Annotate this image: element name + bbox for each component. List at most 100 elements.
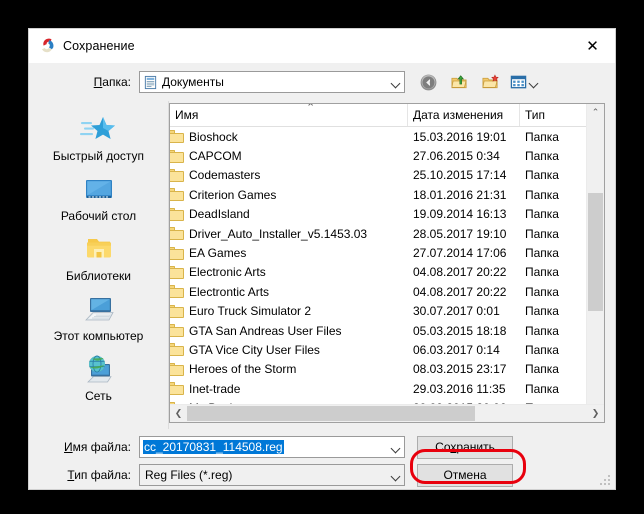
views-grid-icon[interactable] [510, 71, 538, 93]
folder-combobox-value: Документы [162, 75, 224, 89]
table-row[interactable]: GTA Vice City User Files 06.03.2017 0:14 П… [170, 340, 604, 359]
table-row[interactable]: Electrontic Arts 04.08.2017 20:22 Папка [170, 282, 604, 301]
filetype-value: Reg Files (*.reg) [145, 468, 233, 482]
ccleaner-icon [38, 37, 56, 55]
file-name-label: Criterion Games [189, 187, 277, 202]
sidebar-item-quick-access[interactable]: Быстрый доступ [33, 107, 165, 167]
cancel-button[interactable]: Отмена [417, 463, 513, 487]
horizontal-scroll-thumb[interactable] [187, 406, 475, 421]
resize-grip[interactable] [600, 475, 612, 487]
table-row[interactable]: DeadIsland 19.09.2014 16:13 Папка [170, 205, 604, 224]
scroll-left-icon[interactable]: ❮ [170, 405, 187, 422]
file-name-label: GTA Vice City User Files [189, 342, 320, 357]
column-header-date[interactable]: Дата изменения [408, 104, 520, 126]
folder-icon [170, 188, 184, 202]
table-row[interactable]: Electronic Arts 04.08.2017 20:22 Папка [170, 263, 604, 282]
libraries-folder-icon [79, 232, 119, 266]
file-type-cell: Папка [525, 265, 559, 280]
table-row[interactable]: GTA San Andreas User Files 05.03.2015 18:… [170, 321, 604, 340]
documents-folder-icon [143, 75, 158, 90]
file-name-label: Electrontic Arts [189, 284, 270, 299]
scroll-up-icon[interactable]: ⌃ [587, 104, 604, 121]
file-date-cell: 19.09.2014 16:13 [413, 207, 507, 222]
file-name-cell: Codemasters [170, 168, 408, 182]
column-header-name-label: Имя [175, 108, 199, 122]
table-row[interactable]: Bioshock 15.03.2016 19:01 Папка [170, 127, 604, 146]
nav-toolbar [417, 71, 538, 93]
table-row[interactable]: EA Games 27.07.2014 17:06 Папка [170, 243, 604, 262]
scroll-right-icon[interactable]: ❯ [587, 405, 604, 422]
chevron-down-icon[interactable] [387, 72, 404, 92]
table-row[interactable]: Heroes of the Storm 08.03.2015 23:17 Папка [170, 360, 604, 379]
file-name-label: Heroes of the Storm [189, 362, 297, 377]
folder-up-icon[interactable] [448, 71, 470, 93]
file-name-cell: GTA San Andreas User Files [170, 324, 408, 338]
file-name-cell: Bioshock [170, 130, 408, 144]
file-type-cell: Папка [525, 323, 559, 338]
file-date-cell: 15.03.2016 19:01 [413, 129, 507, 144]
filename-selected-text: cc_20170831_114508.reg [143, 440, 284, 454]
filetype-label: Тип файла: [67, 468, 131, 482]
filename-input[interactable]: cc_20170831_114508.reg [139, 436, 405, 458]
save-button-label: Сохранить [435, 440, 495, 454]
views-chevron-down-icon[interactable] [530, 80, 538, 85]
folder-icon [170, 227, 184, 241]
desktop-monitor-icon [79, 172, 119, 206]
filename-label: Имя файла: [64, 440, 131, 454]
sidebar-item-desktop[interactable]: Рабочий стол [33, 167, 165, 227]
sidebar-item-this-pc[interactable]: Этот компьютер [33, 287, 165, 347]
folder-icon [170, 382, 184, 396]
sidebar-item-network[interactable]: Сеть [33, 347, 165, 407]
table-row[interactable]: CAPCOM 27.06.2015 0:34 Папка [170, 146, 604, 165]
folder-icon [170, 265, 184, 279]
sort-ascending-icon: ⌃ [306, 103, 316, 114]
vertical-scroll-track[interactable] [587, 121, 604, 405]
filename-chevron-down-icon[interactable] [387, 437, 404, 457]
folder-icon [170, 304, 184, 318]
file-name-label: EA Games [189, 246, 247, 261]
file-date-cell: 27.07.2014 17:06 [413, 246, 507, 261]
save-button[interactable]: Сохранить [417, 435, 513, 459]
folder-icon [170, 285, 184, 299]
table-row[interactable]: Driver_Auto_Installer_v5.1453.03 28.05.20… [170, 224, 604, 243]
table-row[interactable]: Codemasters 25.10.2015 17:14 Папка [170, 166, 604, 185]
folder-icon [170, 362, 184, 376]
sidebar-item-label: Библиотеки [65, 269, 131, 283]
file-name-cell: Criterion Games [170, 188, 408, 202]
file-name-label: Inet-trade [189, 381, 241, 396]
network-globe-icon [79, 352, 119, 386]
file-name-cell: Euro Truck Simulator 2 [170, 304, 408, 318]
vertical-scroll-thumb[interactable] [588, 193, 603, 311]
filetype-combobox[interactable]: Reg Files (*.reg) [139, 464, 405, 486]
filetype-chevron-down-icon[interactable] [387, 465, 404, 485]
save-dialog: Сохранение ✕ Папка: Документы Быстрый до… [28, 28, 616, 490]
file-name-label: CAPCOM [189, 149, 242, 164]
file-list-horizontal-scrollbar[interactable]: ❮ ❯ [170, 404, 604, 422]
table-row[interactable]: Euro Truck Simulator 2 30.07.2017 0:01 Пап… [170, 302, 604, 321]
close-icon[interactable]: ✕ [570, 29, 615, 63]
new-folder-icon[interactable] [479, 71, 501, 93]
file-list-vertical-scrollbar[interactable]: ⌃ ⌄ [586, 104, 604, 422]
table-row[interactable]: Criterion Games 18.01.2016 21:31 Папка [170, 185, 604, 204]
navigation-bar: Папка: Документы [29, 63, 615, 101]
folder-icon [170, 343, 184, 357]
save-form: Имя файла: cc_20170831_114508.reg Сохран… [29, 429, 615, 489]
file-date-cell: 18.01.2016 21:31 [413, 187, 507, 202]
sidebar-item-label: Быстрый доступ [52, 149, 145, 163]
file-date-cell: 06.03.2017 0:14 [413, 342, 500, 357]
folder-label: Папка: [93, 75, 131, 89]
horizontal-scroll-track[interactable] [187, 405, 587, 422]
table-row[interactable]: Inet-trade 29.03.2016 11:35 Папка [170, 379, 604, 398]
file-type-cell: Папка [525, 149, 559, 164]
folder-icon [170, 246, 184, 260]
column-header-name[interactable]: Имя ⌃ [170, 104, 408, 126]
folder-combobox[interactable]: Документы [139, 71, 405, 93]
back-arrow-icon[interactable] [417, 71, 439, 93]
file-name-label: DeadIsland [189, 207, 250, 222]
column-header-type[interactable]: Тип [520, 104, 590, 126]
file-list-header: Имя ⌃ Дата изменения Тип [170, 104, 604, 127]
file-list: Имя ⌃ Дата изменения Тип Bioshock 15.03.2… [169, 103, 605, 423]
file-type-cell: Папка [525, 246, 559, 261]
sidebar-item-libraries[interactable]: Библиотеки [33, 227, 165, 287]
file-name-cell: Heroes of the Storm [170, 362, 408, 376]
